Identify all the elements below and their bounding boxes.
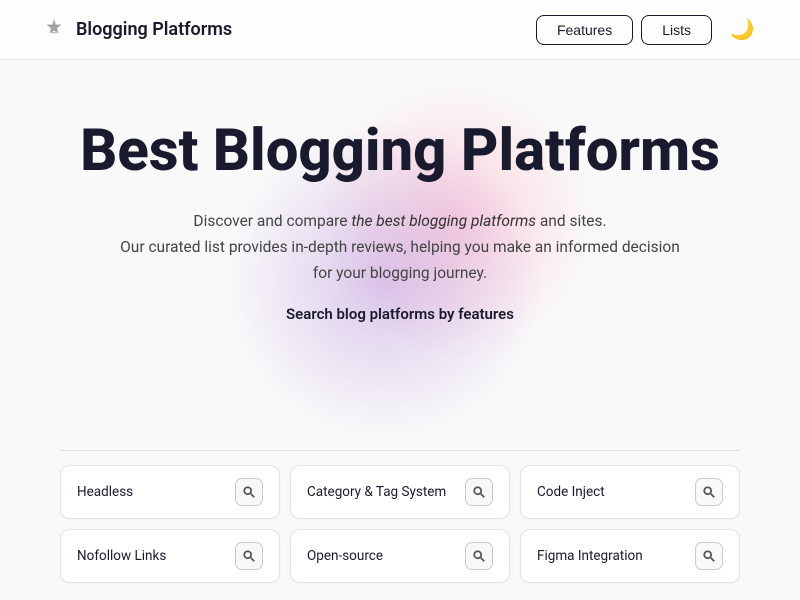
subtitle-line2: Our curated list provides in-depth revie… <box>120 238 680 282</box>
feature-card[interactable]: Headless <box>60 465 280 519</box>
logo-text: Blogging Platforms <box>76 19 232 40</box>
search-icon <box>472 485 486 499</box>
feature-search-button[interactable] <box>235 542 263 570</box>
feature-card[interactable]: Nofollow Links <box>60 529 280 583</box>
feature-search-button[interactable] <box>695 542 723 570</box>
feature-label: Nofollow Links <box>77 548 166 564</box>
feature-label: Open-source <box>307 548 383 564</box>
hero-title: Best Blogging Platforms <box>40 120 760 184</box>
subtitle-text1: Discover and compare <box>193 212 351 230</box>
hero-subtitle: Discover and compare the best blogging p… <box>120 208 680 287</box>
feature-label: Headless <box>77 484 133 500</box>
nav-buttons: Features Lists 🌙 <box>536 12 760 48</box>
feature-label: Category & Tag System <box>307 484 446 500</box>
feature-label: Figma Integration <box>537 548 643 564</box>
feature-label: Code Inject <box>537 484 605 500</box>
header: Blogging Platforms Features Lists 🌙 <box>0 0 800 60</box>
feature-search-button[interactable] <box>235 478 263 506</box>
moon-icon: 🌙 <box>730 17 755 42</box>
lists-button[interactable]: Lists <box>641 15 712 45</box>
feature-search-button[interactable] <box>465 542 493 570</box>
logo: Blogging Platforms <box>40 16 232 44</box>
subtitle-italic: the best blogging platforms <box>351 212 536 230</box>
features-grid: Headless Category & Tag System Code Inject… <box>0 451 800 593</box>
search-icon <box>702 485 716 499</box>
features-button[interactable]: Features <box>536 15 633 45</box>
feature-card[interactable]: Figma Integration <box>520 529 740 583</box>
search-icon <box>472 549 486 563</box>
hero-section: Best Blogging Platforms Discover and com… <box>0 60 800 450</box>
feature-search-button[interactable] <box>465 478 493 506</box>
dark-mode-toggle[interactable]: 🌙 <box>724 12 760 48</box>
subtitle-text2: and sites. <box>536 212 607 230</box>
search-icon <box>242 485 256 499</box>
feature-card[interactable]: Category & Tag System <box>290 465 510 519</box>
logo-icon <box>40 16 68 44</box>
search-icon <box>242 549 256 563</box>
feature-card[interactable]: Code Inject <box>520 465 740 519</box>
hero-cta: Search blog platforms by features <box>40 305 760 323</box>
search-icon <box>702 549 716 563</box>
feature-search-button[interactable] <box>695 478 723 506</box>
feature-card[interactable]: Open-source <box>290 529 510 583</box>
